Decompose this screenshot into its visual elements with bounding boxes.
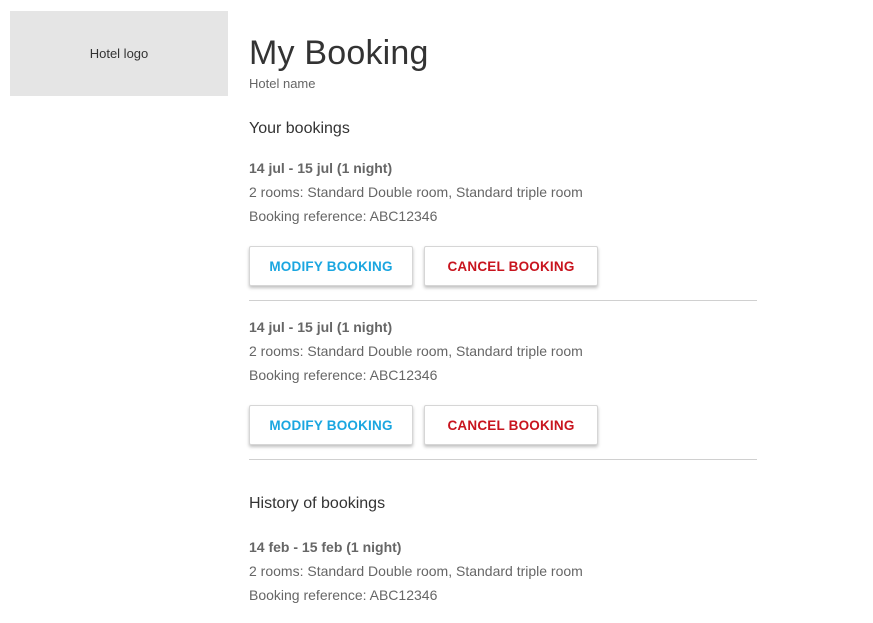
booking-item: 14 jul - 15 jul (1 night) 2 rooms: Stand… [249, 301, 757, 460]
booking-rooms: 2 rooms: Standard Double room, Standard … [249, 343, 583, 359]
your-bookings-heading: Your bookings [249, 120, 350, 137]
main-content: My Booking Hotel name Your bookings 14 j… [249, 32, 757, 605]
modify-booking-button[interactable]: MODIFY BOOKING [249, 246, 413, 286]
booking-reference: Booking reference: ABC12346 [249, 367, 438, 383]
hotel-logo: Hotel logo [10, 11, 228, 96]
page: Hotel logo My Booking Hotel name Your bo… [0, 0, 873, 623]
booking-item: 14 jul - 15 jul (1 night) 2 rooms: Stand… [249, 158, 757, 301]
booking-actions: MODIFY BOOKING CANCEL BOOKING [249, 405, 757, 445]
history-of-bookings-heading: History of bookings [249, 495, 386, 512]
booking-rooms: 2 rooms: Standard Double room, Standard … [249, 184, 583, 200]
cancel-booking-button[interactable]: CANCEL BOOKING [424, 246, 598, 286]
booking-dates: 14 jul - 15 jul (1 night) [249, 160, 393, 176]
booking-rooms: 2 rooms: Standard Double room, Standard … [249, 563, 583, 579]
booking-dates: 14 jul - 15 jul (1 night) [249, 319, 393, 335]
history-booking-item: 14 feb - 15 feb (1 night) 2 rooms: Stand… [249, 537, 757, 605]
booking-dates: 14 feb - 15 feb (1 night) [249, 539, 402, 555]
hotel-logo-text: Hotel logo [89, 46, 149, 61]
page-title: My Booking [249, 34, 429, 72]
hotel-name: Hotel name [249, 76, 316, 91]
booking-reference: Booking reference: ABC12346 [249, 587, 438, 603]
booking-reference: Booking reference: ABC12346 [249, 208, 438, 224]
modify-booking-button[interactable]: MODIFY BOOKING [249, 405, 413, 445]
cancel-booking-button[interactable]: CANCEL BOOKING [424, 405, 598, 445]
booking-actions: MODIFY BOOKING CANCEL BOOKING [249, 246, 757, 286]
